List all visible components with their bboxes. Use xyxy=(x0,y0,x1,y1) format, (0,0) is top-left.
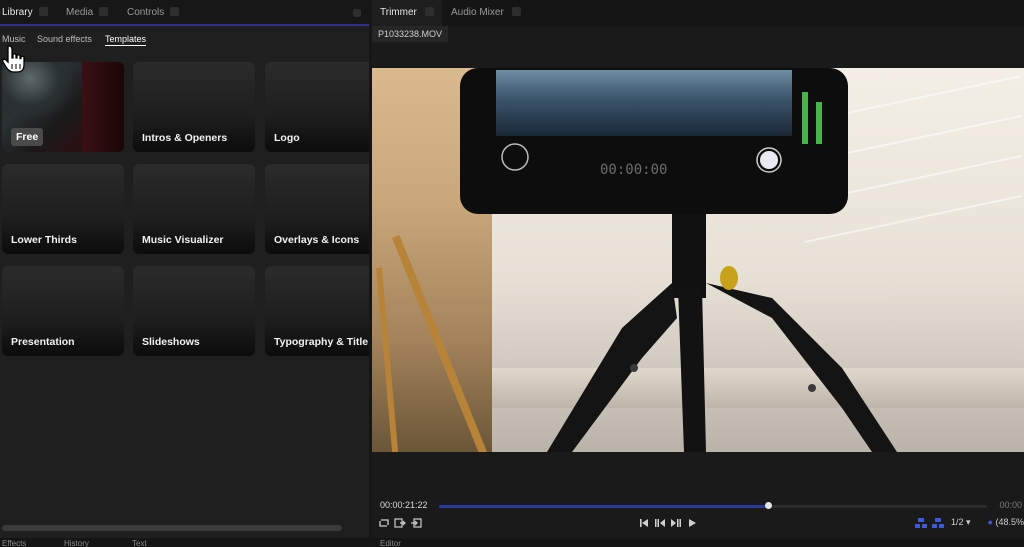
template-tile-overlays[interactable]: Overlays & Icons xyxy=(265,164,369,254)
subtab-music[interactable]: Music xyxy=(2,34,26,44)
audio-meter-right xyxy=(816,102,822,144)
transport-controls: 1/2 ▾ ● (48.5% xyxy=(372,515,1024,531)
play-icon[interactable] xyxy=(686,515,698,531)
tab-library[interactable]: Library xyxy=(2,0,48,26)
free-badge: Free xyxy=(11,128,44,146)
subtab-sound-effects[interactable]: Sound effects xyxy=(37,34,92,44)
scrubber-bar[interactable]: 00:00:21:22 00:00 xyxy=(372,497,1024,515)
close-icon[interactable] xyxy=(170,7,180,16)
tab-effects[interactable]: Effects xyxy=(2,539,26,547)
mark-out-icon[interactable] xyxy=(394,515,406,531)
phone-record-button xyxy=(501,143,529,171)
overlay-view-icon[interactable] xyxy=(931,515,945,531)
phone-shutter-icon xyxy=(756,147,782,173)
tab-trimmer[interactable]: Trimmer xyxy=(372,0,442,26)
resolution-value: 1/2 xyxy=(951,517,964,527)
library-panel: Library Media Controls Music Sound effec… xyxy=(0,0,369,538)
tile-label: Presentation xyxy=(11,336,75,348)
mark-in-icon[interactable] xyxy=(410,515,422,531)
bottom-tabbar-left: Effects History Text xyxy=(0,538,369,547)
template-tile-free[interactable]: Free xyxy=(2,62,124,152)
split-view-icon[interactable] xyxy=(914,515,928,531)
tab-history[interactable]: History xyxy=(64,539,89,547)
template-tile-slideshows[interactable]: Slideshows xyxy=(133,266,255,356)
loop-icon[interactable] xyxy=(378,515,390,531)
zoom-icon: ● xyxy=(987,517,993,527)
tab-trimmer-label: Trimmer xyxy=(380,7,417,18)
template-tile-logo[interactable]: Logo xyxy=(265,62,369,152)
step-back-icon[interactable] xyxy=(654,515,666,531)
chevron-down-icon: ▾ xyxy=(966,517,971,527)
bottom-tabbar-right: Editor xyxy=(372,538,1024,547)
close-icon[interactable] xyxy=(99,7,109,16)
tile-label: Lower Thirds xyxy=(11,234,77,246)
template-tile-lower-thirds[interactable]: Lower Thirds xyxy=(2,164,124,254)
template-tile-music-visualizer[interactable]: Music Visualizer xyxy=(133,164,255,254)
current-timecode: 00:00:21:22 xyxy=(380,500,428,510)
tile-label: Slideshows xyxy=(142,336,200,348)
playhead-handle[interactable] xyxy=(764,502,772,509)
audio-meter-left xyxy=(802,92,808,144)
library-tabbar: Library Media Controls xyxy=(0,0,369,26)
tile-label: Typography & Title xyxy=(274,336,369,348)
tab-library-label: Library xyxy=(2,7,33,18)
phone-screen xyxy=(496,70,792,136)
close-icon[interactable] xyxy=(511,7,521,16)
close-icon[interactable] xyxy=(424,7,434,16)
tab-audio-mixer-label: Audio Mixer xyxy=(451,7,504,18)
tile-label: Overlays & Icons xyxy=(274,234,360,246)
tile-label: Intros & Openers xyxy=(142,132,228,144)
tab-controls[interactable]: Controls xyxy=(127,0,180,26)
template-tile-presentation[interactable]: Presentation xyxy=(2,266,124,356)
step-forward-icon[interactable] xyxy=(670,515,682,531)
phone-image: 00:00:00 xyxy=(460,68,848,214)
zoom-value: (48.5% xyxy=(995,517,1024,527)
close-icon[interactable] xyxy=(38,7,48,16)
hand-cursor-icon xyxy=(2,45,25,73)
skip-to-start-icon[interactable] xyxy=(638,515,650,531)
tab-controls-label: Controls xyxy=(127,7,165,18)
panel-menu-icon[interactable] xyxy=(353,9,361,17)
end-timecode: 00:00 xyxy=(999,500,1022,510)
thumbnail-image xyxy=(82,62,124,152)
tile-label: Logo xyxy=(274,132,300,144)
viewer-tabbar: Trimmer Audio Mixer xyxy=(372,0,1024,26)
tile-label: Music Visualizer xyxy=(142,234,224,246)
tab-media[interactable]: Media xyxy=(66,0,109,26)
template-tile-intros[interactable]: Intros & Openers xyxy=(133,62,255,152)
tab-media-label: Media xyxy=(66,7,94,18)
scrub-track-fill xyxy=(439,505,768,508)
subtab-templates[interactable]: Templates xyxy=(105,34,147,46)
scrub-track[interactable] xyxy=(439,505,987,508)
template-tile-typography[interactable]: Typography & Title xyxy=(265,266,369,356)
tab-editor[interactable]: Editor xyxy=(380,539,401,547)
phone-timer: 00:00:00 xyxy=(600,162,668,178)
resolution-select[interactable]: 1/2 ▾ xyxy=(951,517,971,528)
zoom-control[interactable]: ● (48.5% xyxy=(988,517,1024,527)
clip-filename: P1033238.MOV xyxy=(372,26,449,42)
viewer-panel: Trimmer Audio Mixer P1033238.MOV 00:00:0… xyxy=(372,0,1024,538)
tab-text[interactable]: Text xyxy=(132,539,147,547)
video-preview[interactable]: 00:00:00 xyxy=(372,68,1024,452)
horizontal-scrollbar[interactable] xyxy=(2,525,342,531)
tab-audio-mixer[interactable]: Audio Mixer xyxy=(451,0,521,26)
